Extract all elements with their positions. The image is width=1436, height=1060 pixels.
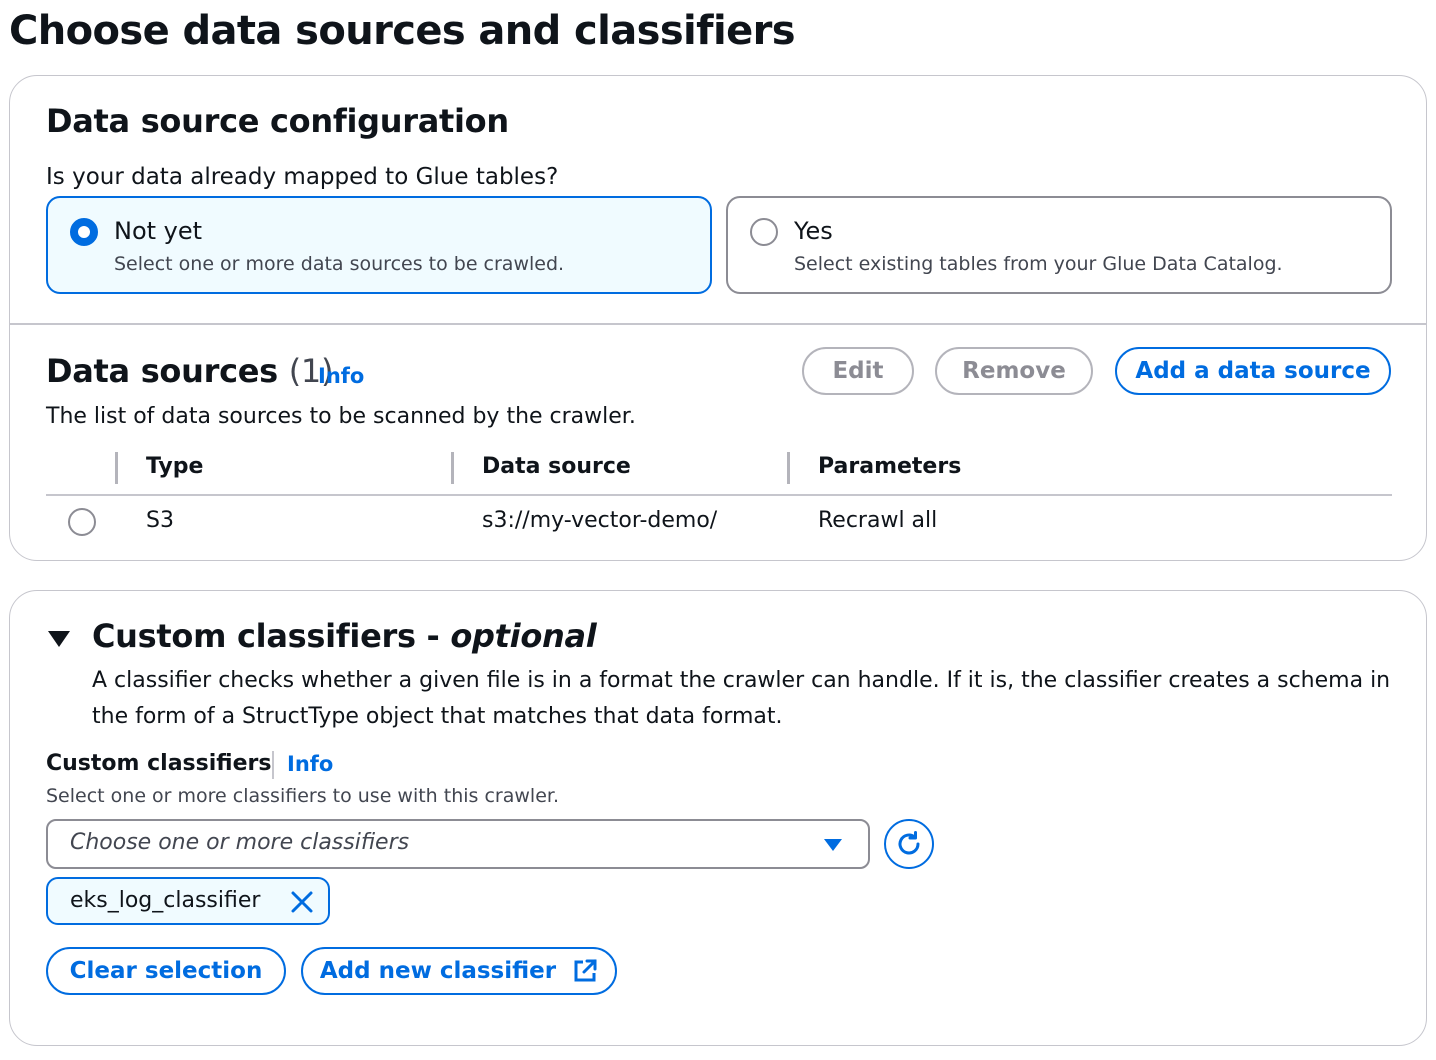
option-yes-tile[interactable]: Yes Select existing tables from your Glu… bbox=[726, 196, 1392, 294]
classifiers-description: A classifier checks whether a given file… bbox=[92, 668, 1391, 729]
classifiers-field-label: Custom classifiers bbox=[46, 751, 272, 776]
caret-down-icon[interactable] bbox=[48, 631, 70, 647]
custom-classifiers-panel: Custom classifiers - optional A classifi… bbox=[9, 590, 1427, 1046]
refresh-icon bbox=[898, 831, 920, 855]
cell-type: S3 bbox=[146, 508, 174, 533]
column-separator[interactable] bbox=[115, 452, 118, 484]
row-select-radio[interactable] bbox=[68, 508, 96, 536]
add-new-classifier-label: Add new classifier bbox=[319, 958, 557, 984]
data-sources-title: Data sources bbox=[46, 352, 278, 390]
config-heading: Data source configuration bbox=[46, 102, 509, 140]
cell-data-source: s3://my-vector-demo/ bbox=[482, 508, 718, 533]
dropdown-caret-icon[interactable] bbox=[824, 839, 842, 851]
header-rule bbox=[46, 494, 1392, 496]
classifiers-multiselect[interactable]: Choose one or more classifiers bbox=[46, 819, 870, 869]
heading-optional: optional bbox=[450, 617, 597, 655]
classifiers-field-description: Select one or more classifiers to use wi… bbox=[46, 785, 559, 807]
column-header-type[interactable]: Type bbox=[146, 454, 203, 479]
classifier-token: eks_log_classifier bbox=[46, 877, 330, 925]
label-separator bbox=[272, 751, 274, 779]
radio-empty-icon[interactable] bbox=[750, 218, 778, 246]
external-link-icon bbox=[574, 959, 597, 982]
option-label: Yes bbox=[794, 217, 833, 245]
radio-selected-icon[interactable] bbox=[70, 218, 98, 246]
data-source-panel: Data source configuration Is your data a… bbox=[9, 75, 1427, 561]
classifiers-info-link[interactable]: Info bbox=[287, 752, 333, 776]
custom-classifiers-heading[interactable]: Custom classifiers - optional bbox=[92, 617, 597, 655]
mapped-question: Is your data already mapped to Glue tabl… bbox=[46, 164, 559, 190]
token-label: eks_log_classifier bbox=[70, 888, 261, 913]
remove-button[interactable]: Remove bbox=[935, 347, 1093, 395]
column-header-parameters[interactable]: Parameters bbox=[818, 454, 961, 479]
edit-button[interactable]: Edit bbox=[802, 347, 914, 395]
section-divider bbox=[10, 323, 1426, 325]
data-sources-heading: Data sources (1) bbox=[46, 352, 333, 390]
multiselect-placeholder: Choose one or more classifiers bbox=[70, 830, 410, 855]
clear-selection-button[interactable]: Clear selection bbox=[46, 947, 286, 995]
option-description: Select one or more data sources to be cr… bbox=[114, 253, 565, 275]
column-header-data-source[interactable]: Data source bbox=[482, 454, 631, 479]
add-new-classifier-button[interactable]: Add new classifier bbox=[301, 947, 617, 995]
column-separator[interactable] bbox=[451, 452, 454, 484]
option-description: Select existing tables from your Glue Da… bbox=[794, 253, 1283, 275]
option-label: Not yet bbox=[114, 217, 203, 245]
column-separator[interactable] bbox=[787, 452, 790, 484]
refresh-button[interactable] bbox=[884, 819, 934, 869]
cell-parameters: Recrawl all bbox=[818, 508, 938, 533]
page-title: Choose data sources and classifiers bbox=[9, 8, 796, 54]
dismiss-icon[interactable] bbox=[290, 890, 314, 914]
option-not-yet-tile[interactable]: Not yet Select one or more data sources … bbox=[46, 196, 712, 294]
data-sources-description: The list of data sources to be scanned b… bbox=[46, 404, 636, 429]
add-data-source-button[interactable]: Add a data source bbox=[1115, 347, 1391, 395]
heading-text: Custom classifiers - bbox=[92, 617, 451, 655]
data-sources-info-link[interactable]: Info bbox=[318, 364, 364, 388]
